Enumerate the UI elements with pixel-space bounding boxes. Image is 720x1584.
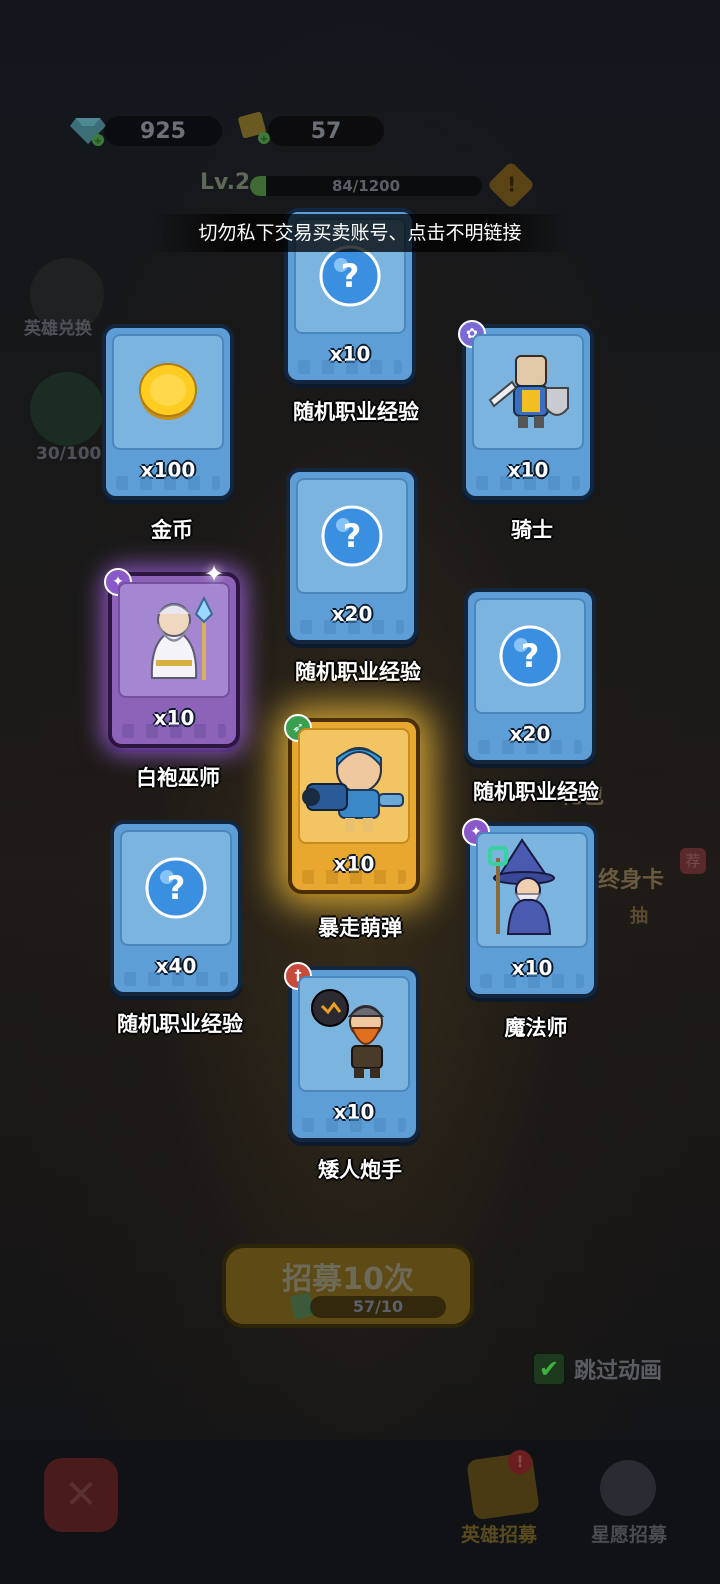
hero-exchange-label: 英雄兑换 (24, 319, 92, 339)
player-level: Lv.2 (200, 170, 251, 195)
reward-name: 矮人炮手 (318, 1158, 402, 1182)
notification-badge-icon: ! (508, 1450, 532, 1474)
dwarf-cannoneer-hero-icon (311, 989, 385, 1078)
question-orb-icon: ? (319, 245, 381, 307)
reward-name: 白袍巫师 (136, 766, 220, 790)
checkmark-icon: ✔ (532, 1352, 566, 1386)
diamond-icon: + (70, 118, 106, 146)
security-notice: 切勿私下交易买卖账号、点击不明链接 (150, 214, 570, 252)
tab-hero-recruit[interactable]: 英雄招募 (434, 1520, 564, 1547)
reward-card[interactable]: x100 (102, 324, 234, 500)
tab-star-recruit[interactable]: 星愿招募 (564, 1520, 694, 1547)
knight-hero-icon (488, 355, 569, 428)
svg-text:?: ? (167, 869, 186, 907)
star-progress-button[interactable] (30, 372, 104, 446)
bg-lifetime-card-label: 终身卡 (598, 868, 665, 893)
svg-text:?: ? (521, 637, 540, 675)
reward-card[interactable]: ✿ x10 (458, 320, 594, 500)
sparkle-icon: ✦ (204, 560, 225, 588)
reward-name: 随机职业经验 (117, 1012, 243, 1036)
recruit-10-label: 招募10次 (282, 1262, 414, 1297)
reward-card[interactable]: ➶ x10 (284, 714, 420, 894)
bomber-hero-icon (302, 747, 404, 832)
reward-name: 魔法师 (504, 1016, 568, 1040)
reward-card[interactable]: ✦ x10 (104, 568, 240, 748)
close-battle-icon[interactable]: ✕ (44, 1458, 118, 1532)
reward-name: 随机职业经验 (295, 660, 421, 684)
ticket-count: 57 (268, 116, 384, 146)
white-wizard-hero-icon (150, 595, 214, 680)
reward-name: 随机职业经验 (293, 400, 419, 424)
gold-coin-icon (139, 363, 197, 420)
reward-card[interactable]: † x10 (284, 962, 420, 1142)
recruit-ticket-count: 57/10 (310, 1296, 446, 1318)
reward-name: 暴走萌弹 (318, 916, 402, 940)
star-progress-label: 30/100 (36, 444, 102, 464)
diamond-count: 925 (104, 116, 222, 146)
svg-text:+: + (94, 136, 102, 146)
bg-recommend-tag: 荐 (680, 848, 706, 874)
question-orb-icon: ? (499, 625, 561, 687)
reward-name: 骑士 (511, 518, 553, 542)
reward-name: 随机职业经验 (473, 780, 599, 804)
reward-card[interactable]: ? x20 (286, 468, 418, 644)
reward-card[interactable]: ? x20 (464, 588, 596, 764)
svg-text:?: ? (343, 517, 362, 555)
level-progress-bar: 84/1200 (250, 176, 482, 196)
star-wish-tab-icon (600, 1460, 656, 1516)
reward-name: 金币 (151, 518, 193, 542)
mage-hero-icon (488, 838, 555, 935)
level-xp-text: 84/1200 (331, 177, 401, 195)
question-orb-icon: ? (145, 857, 207, 919)
skip-animation-toggle[interactable]: ✔ 跳过动画 (532, 1352, 662, 1386)
skip-animation-label: 跳过动画 (574, 1359, 663, 1384)
svg-text:?: ? (341, 257, 360, 295)
question-orb-icon: ? (321, 505, 383, 567)
reward-card[interactable]: ✦ x10 (462, 818, 598, 998)
svg-text:+: + (260, 134, 268, 144)
bg-draw-label: 抽 (630, 906, 648, 927)
recruit-10-button[interactable]: 招募10次 57/10 (222, 1244, 474, 1328)
reward-card[interactable]: ? x40 (110, 820, 242, 996)
